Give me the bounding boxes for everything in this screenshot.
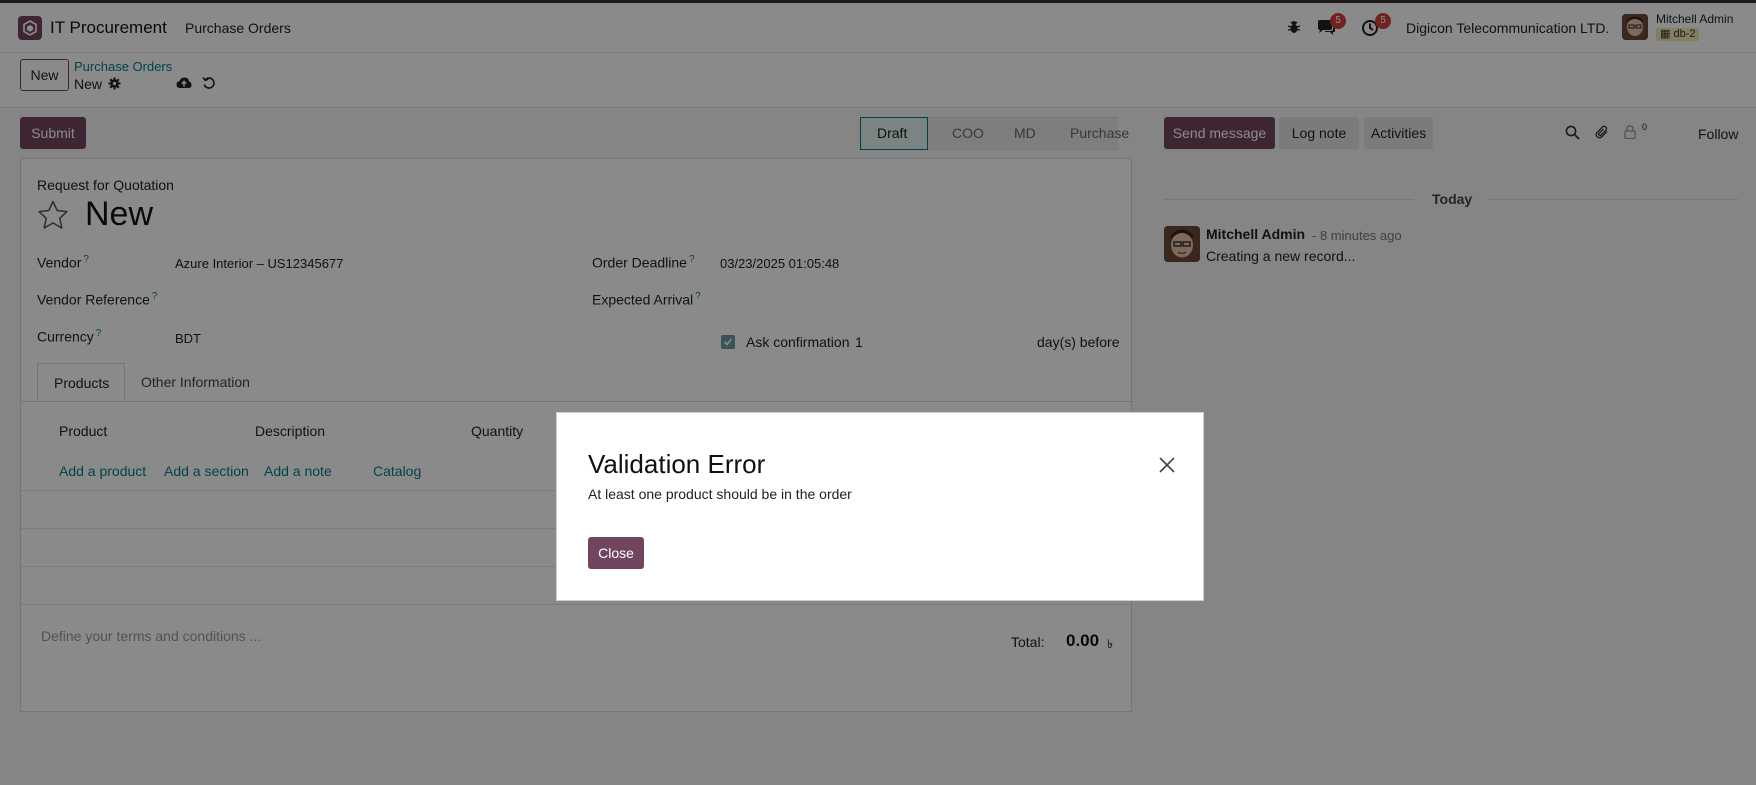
- dialog-title: Validation Error: [588, 449, 766, 479]
- app-root: IT Procurement Purchase Orders 5 5 Digic…: [0, 0, 1756, 785]
- modal-backdrop[interactable]: [0, 0, 1756, 785]
- close-icon[interactable]: [1157, 455, 1177, 475]
- validation-error-dialog: Validation Error At least one product sh…: [556, 412, 1204, 601]
- close-button[interactable]: Close: [588, 537, 644, 569]
- dialog-message: At least one product should be in the or…: [588, 486, 852, 502]
